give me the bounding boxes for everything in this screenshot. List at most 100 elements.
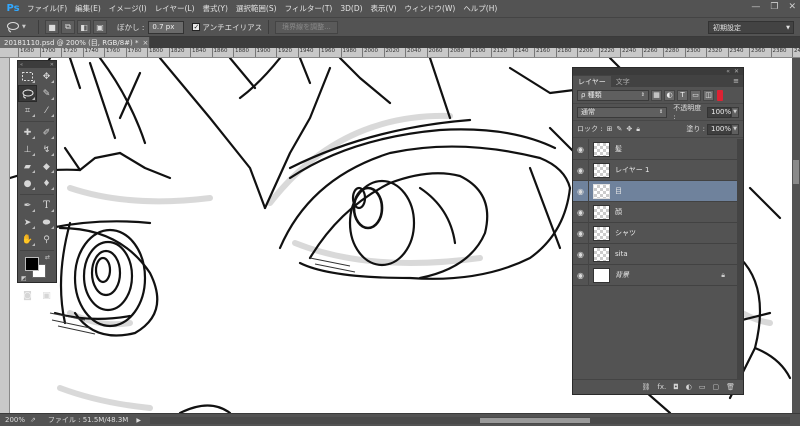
marquee-tool[interactable] (18, 68, 37, 85)
filter-pixel-button[interactable]: ▦ (651, 89, 662, 101)
menu-edit[interactable]: 編集(E) (71, 3, 105, 14)
screen-mode-button[interactable]: ▣ (37, 287, 56, 304)
panel-menu-icon[interactable]: ≡ (733, 77, 739, 85)
horizontal-scrollbar[interactable] (150, 417, 790, 424)
paint-bucket-tool[interactable]: ◆ (37, 158, 56, 175)
visibility-eye-icon[interactable]: ◉ (573, 243, 589, 265)
default-colors-icon[interactable]: ◩ (21, 275, 27, 282)
collapse-icon[interactable]: « (726, 68, 730, 75)
menu-help[interactable]: ヘルプ(H) (459, 3, 501, 14)
fill-input[interactable]: 100% (707, 123, 731, 135)
menu-window[interactable]: ウィンドウ(W) (401, 3, 460, 14)
healing-brush-tool[interactable]: ✚ (18, 124, 37, 141)
menu-view[interactable]: 表示(V) (367, 3, 401, 14)
filter-shape-button[interactable]: ▭ (690, 89, 701, 101)
blur-tool[interactable]: ● (18, 175, 37, 192)
close-button[interactable]: ✕ (788, 2, 796, 12)
path-selection-tool[interactable]: ➤ (18, 214, 37, 231)
layer-row[interactable]: ◉ シャツ (573, 222, 739, 244)
filter-toggle[interactable] (717, 89, 723, 101)
antialias-checkbox[interactable]: ✓ アンチエイリアス (192, 22, 262, 33)
menu-filter[interactable]: フィルター(T) (281, 3, 337, 14)
filter-type-button[interactable]: T (677, 89, 688, 101)
visibility-eye-icon[interactable]: ◉ (573, 138, 589, 160)
document-tab[interactable]: 20181110.psd @ 200% (目, RGB/8#) * × (0, 37, 150, 48)
menu-3d[interactable]: 3D(D) (336, 4, 366, 13)
export-icon[interactable]: ⇗ (30, 416, 36, 424)
visibility-eye-icon[interactable]: ◉ (573, 180, 589, 202)
crop-tool[interactable]: ⌗ (18, 102, 37, 119)
eraser-tool[interactable]: ▰ (18, 158, 37, 175)
link-icon[interactable]: ⛓ (641, 383, 650, 391)
opacity-input[interactable]: 100% (707, 106, 731, 118)
blend-mode-select[interactable]: 通常 ⇕ (577, 106, 668, 118)
visibility-eye-icon[interactable]: ◉ (573, 201, 589, 223)
shape-tool[interactable]: ⬬ (37, 214, 56, 231)
tool-preset-picker[interactable]: ▼ (6, 20, 34, 34)
lock-image-icon[interactable]: ✎ (616, 125, 622, 133)
intersect-selection-button[interactable]: ▣ (93, 20, 107, 34)
status-menu-arrow-icon[interactable]: ▶ (136, 417, 141, 424)
menu-image[interactable]: イメージ(I) (105, 3, 151, 14)
restore-button[interactable]: ❐ (770, 2, 778, 12)
close-icon[interactable]: ✕ (734, 68, 739, 75)
menu-type[interactable]: 書式(Y) (199, 3, 232, 14)
menu-select[interactable]: 選択範囲(S) (232, 3, 281, 14)
panel-scrollbar[interactable] (737, 139, 743, 379)
mask-icon[interactable]: ◘ (673, 383, 679, 391)
foreground-color-swatch[interactable] (25, 257, 39, 271)
panel-titlebar[interactable]: « ✕ (573, 68, 743, 75)
folder-icon[interactable]: ▭ (699, 383, 706, 391)
visibility-eye-icon[interactable]: ◉ (573, 159, 589, 181)
clone-stamp-tool[interactable]: ⊥ (18, 141, 37, 158)
lock-transparent-icon[interactable]: ⊞ (607, 125, 613, 133)
refine-edge-button[interactable]: 境界線を調整... (275, 20, 338, 34)
layer-row[interactable]: ◉ 髪 (573, 138, 739, 160)
zoom-level[interactable]: 200% (5, 416, 25, 424)
visibility-eye-icon[interactable]: ◉ (573, 264, 589, 286)
move-tool[interactable]: ✥ (37, 68, 56, 85)
tab-layers[interactable]: レイヤー (573, 76, 611, 87)
adjustment-icon[interactable]: ◐ (686, 383, 692, 391)
layer-row[interactable]: ◉ sita (573, 243, 739, 265)
fx-icon[interactable]: fx. (657, 383, 666, 391)
menu-file[interactable]: ファイル(F) (23, 3, 71, 14)
history-brush-tool[interactable]: ↯ (37, 141, 56, 158)
horizontal-scroll-thumb[interactable] (480, 418, 590, 423)
layer-row-background[interactable]: ◉ 背景 🔒︎ (573, 264, 739, 286)
feather-input[interactable]: 0.7 px (148, 20, 185, 34)
eyedropper-tool[interactable]: ⁄ (37, 102, 56, 119)
type-tool[interactable]: T (37, 197, 56, 214)
visibility-eye-icon[interactable]: ◉ (573, 222, 589, 244)
pen-tool[interactable]: ✒ (18, 197, 37, 214)
tab-close-icon[interactable]: × (142, 39, 148, 47)
layer-row[interactable]: ◉ レイヤー 1 (573, 159, 739, 181)
vertical-scrollbar[interactable] (792, 58, 800, 413)
filter-adjustment-button[interactable]: ◐ (664, 89, 675, 101)
hand-tool[interactable]: ✋ (18, 231, 37, 248)
new-selection-button[interactable]: ■ (45, 20, 59, 34)
collapse-icon[interactable]: « (20, 62, 23, 68)
minimize-button[interactable]: — (751, 2, 760, 12)
brush-tool[interactable]: ✐ (37, 124, 56, 141)
add-selection-button[interactable]: ⧉ (61, 20, 75, 34)
menu-layer[interactable]: レイヤー(L) (151, 3, 199, 14)
filter-smart-object-button[interactable]: ◫ (703, 89, 714, 101)
lock-all-icon[interactable]: 🔒︎ (636, 125, 640, 134)
tab-character[interactable]: 文字 (611, 76, 635, 87)
opacity-slider-button[interactable]: ▼ (731, 106, 739, 118)
fill-slider-button[interactable]: ▼ (731, 123, 739, 135)
workspace-select[interactable]: 初期設定 ▼ (708, 21, 794, 34)
layer-row-selected[interactable]: ◉ 目 (573, 180, 739, 202)
vertical-scroll-thumb[interactable] (793, 160, 799, 184)
trash-icon[interactable]: 🗑 (726, 383, 735, 391)
dodge-tool[interactable]: ♦ (37, 175, 56, 192)
quick-selection-tool[interactable]: ✎ (37, 85, 56, 102)
zoom-tool[interactable]: ⚲ (37, 231, 56, 248)
toolbox-header[interactable]: « ✕ (18, 61, 56, 68)
subtract-selection-button[interactable]: ◧ (77, 20, 91, 34)
layer-filter-select[interactable]: ρ 種類 ⇕ (577, 89, 649, 101)
new-layer-icon[interactable]: ▢ (712, 383, 719, 391)
lock-position-icon[interactable]: ✥ (626, 125, 632, 133)
quick-mask-button[interactable]: ◙ (18, 287, 37, 304)
